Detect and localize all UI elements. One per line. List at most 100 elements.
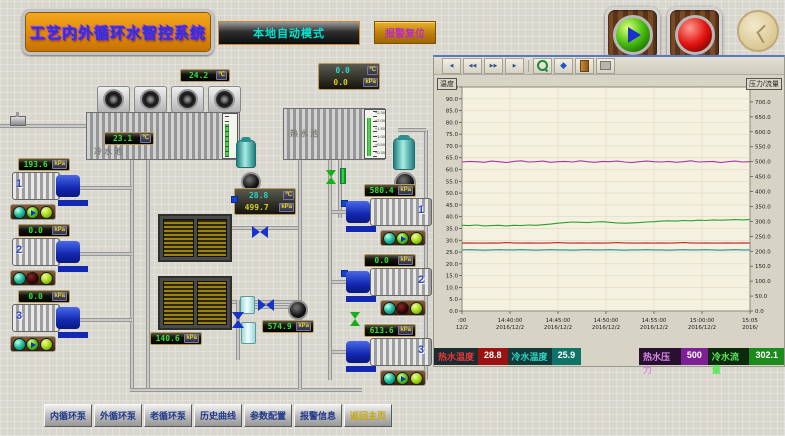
left-pump-2[interactable]: 2 — [12, 238, 80, 268]
valve-icon[interactable] — [252, 226, 268, 238]
right-pump-1-lights[interactable] — [380, 230, 426, 246]
hot-tank-level-gauge: +2.30 +2.00 +1.50 +1.00 +0.50 +0.30 — [364, 109, 386, 159]
right-pump-2-lights[interactable] — [380, 300, 426, 316]
stop-icon — [675, 15, 715, 55]
cooling-fan — [97, 86, 130, 113]
start-icon — [613, 15, 653, 55]
zoom-button[interactable] — [533, 58, 552, 74]
cooling-fan — [208, 86, 241, 113]
scada-screen: 工艺内外循环水智控系统 本地自动模式 报警复位 冷水池 24.2 — [0, 0, 785, 436]
hot-tank-press-value: 0.0 — [320, 78, 361, 87]
nav-first-button[interactable]: ◀ — [442, 58, 461, 74]
page-title: 工艺内外循环水智控系统 — [30, 22, 206, 43]
alarm-reset-button[interactable]: 报警复位 — [374, 21, 436, 44]
right-pump-3-display: 613.6kPa — [364, 324, 416, 337]
left-pump-3-lights[interactable] — [10, 336, 56, 352]
run-lamp-icon — [396, 302, 409, 315]
left-pump-1[interactable]: 1 — [12, 172, 80, 202]
pan-button[interactable]: ◆ — [554, 58, 573, 74]
dosing-vessel — [236, 140, 256, 168]
valve-icon[interactable] — [232, 312, 244, 328]
pipe — [78, 318, 132, 322]
nav-back-button[interactable]: ◀◀ — [463, 58, 482, 74]
left-pump-1-lights[interactable] — [10, 204, 56, 220]
alarm-reset-label: 报警复位 — [385, 25, 425, 40]
svg-text:50.0: 50.0 — [755, 294, 768, 300]
right-pump-1[interactable]: 1 — [346, 198, 432, 228]
tower-temp-unit: ℃ — [216, 71, 227, 80]
left-pump-2-lights[interactable] — [10, 270, 56, 286]
valve-icon[interactable] — [258, 299, 274, 311]
tab-old-pump[interactable]: 老循环泵 — [144, 404, 192, 427]
pipe-sensor-dot — [231, 196, 238, 203]
dosing-vessel — [393, 138, 415, 170]
run-lamp-icon — [26, 338, 39, 351]
svg-text:0.0: 0.0 — [449, 309, 458, 315]
exit-button[interactable] — [575, 58, 594, 74]
hot-water-display: 28.8℃ 499.7kPa — [234, 188, 296, 215]
pipe — [146, 158, 150, 390]
svg-text:75.0: 75.0 — [446, 132, 459, 138]
hx-pressure-display: 140.6kPa — [150, 332, 202, 345]
heat-exchanger-2 — [158, 276, 232, 330]
inlet-valve-icon[interactable] — [10, 116, 26, 126]
tab-param-config[interactable]: 参数配置 — [244, 404, 292, 427]
svg-text:45.0: 45.0 — [446, 203, 459, 209]
svg-text:90.0: 90.0 — [446, 97, 459, 103]
svg-text:35.0: 35.0 — [446, 226, 459, 232]
tab-alarm-info[interactable]: 报警信息 — [294, 404, 342, 427]
mode-label: 本地自动模式 — [253, 25, 325, 41]
tab-inner-pump[interactable]: 内循环泵 — [44, 404, 92, 427]
svg-text:50.0: 50.0 — [446, 191, 459, 197]
pipe — [338, 158, 342, 218]
tab-outer-pump[interactable]: 外循环泵 — [94, 404, 142, 427]
stop-button[interactable] — [667, 7, 722, 62]
power-lamp-icon — [383, 302, 396, 315]
svg-text:85.0: 85.0 — [446, 109, 459, 115]
mode-display[interactable]: 本地自动模式 — [218, 21, 360, 45]
svg-text:20.0: 20.0 — [446, 262, 459, 268]
fan-blade-icon — [103, 89, 124, 110]
trend-chart-panel: ◀ ◀◀ ▶▶ ▶ ◆ 温度 压力/流量 0.05.010.015.020.02… — [433, 55, 785, 367]
left-pump-3[interactable]: 3 — [12, 304, 80, 334]
green-valve-icon[interactable] — [350, 312, 360, 326]
hot-tank-label: 热水池 — [290, 128, 320, 139]
svg-text:14:45:00: 14:45:00 — [546, 318, 571, 324]
cooling-fan — [171, 86, 204, 113]
svg-text:5.0: 5.0 — [449, 297, 458, 303]
bottom-nav: 内循环泵 外循环泵 老循环泵 历史曲线 参数配置 报警信息 返回主页 — [44, 404, 392, 427]
clock-icon — [737, 10, 779, 52]
print-button[interactable] — [596, 58, 615, 74]
svg-text:400.0: 400.0 — [755, 190, 771, 196]
svg-text:150.0: 150.0 — [755, 264, 771, 270]
right-pump-3[interactable]: 3 — [346, 338, 432, 368]
pipe — [78, 252, 132, 256]
tab-history-curve[interactable]: 历史曲线 — [194, 404, 242, 427]
svg-text:70.0: 70.0 — [446, 144, 459, 150]
right-pump-1-display: 580.4kPa — [364, 184, 416, 197]
power-lamp-icon — [383, 232, 396, 245]
left-pump-1-display: 193.6kPa — [18, 158, 70, 171]
remote-lamp-icon — [40, 272, 53, 285]
cold-tank-temp-value: 23.1 — [107, 134, 138, 143]
svg-text:30.0: 30.0 — [446, 238, 459, 244]
hot-tank-display: 0.0℃ 0.0kPa — [318, 63, 380, 90]
hot-tank-temp-value: 0.0 — [320, 66, 365, 75]
power-lamp-icon — [383, 372, 396, 385]
tower-temp-display: 24.2 ℃ — [180, 69, 230, 82]
svg-text:14:55:00: 14:55:00 — [642, 318, 667, 324]
tab-return-home[interactable]: 返回主页 — [344, 404, 392, 427]
cooling-fan — [134, 86, 167, 113]
nav-fwd-button[interactable]: ▶▶ — [484, 58, 503, 74]
print-icon — [600, 61, 611, 70]
start-button[interactable] — [605, 7, 660, 62]
power-lamp-icon — [13, 338, 26, 351]
nav-last-button[interactable]: ▶ — [505, 58, 524, 74]
pan-icon: ◆ — [560, 60, 567, 71]
green-valve-icon[interactable] — [326, 170, 336, 184]
pipe — [398, 128, 426, 132]
svg-text:15:05: 15:05 — [742, 318, 758, 324]
right-pump-3-lights[interactable] — [380, 370, 426, 386]
right-pump-2[interactable]: 2 — [346, 268, 432, 298]
left-pump-2-display: 0.0kPa — [18, 224, 70, 237]
